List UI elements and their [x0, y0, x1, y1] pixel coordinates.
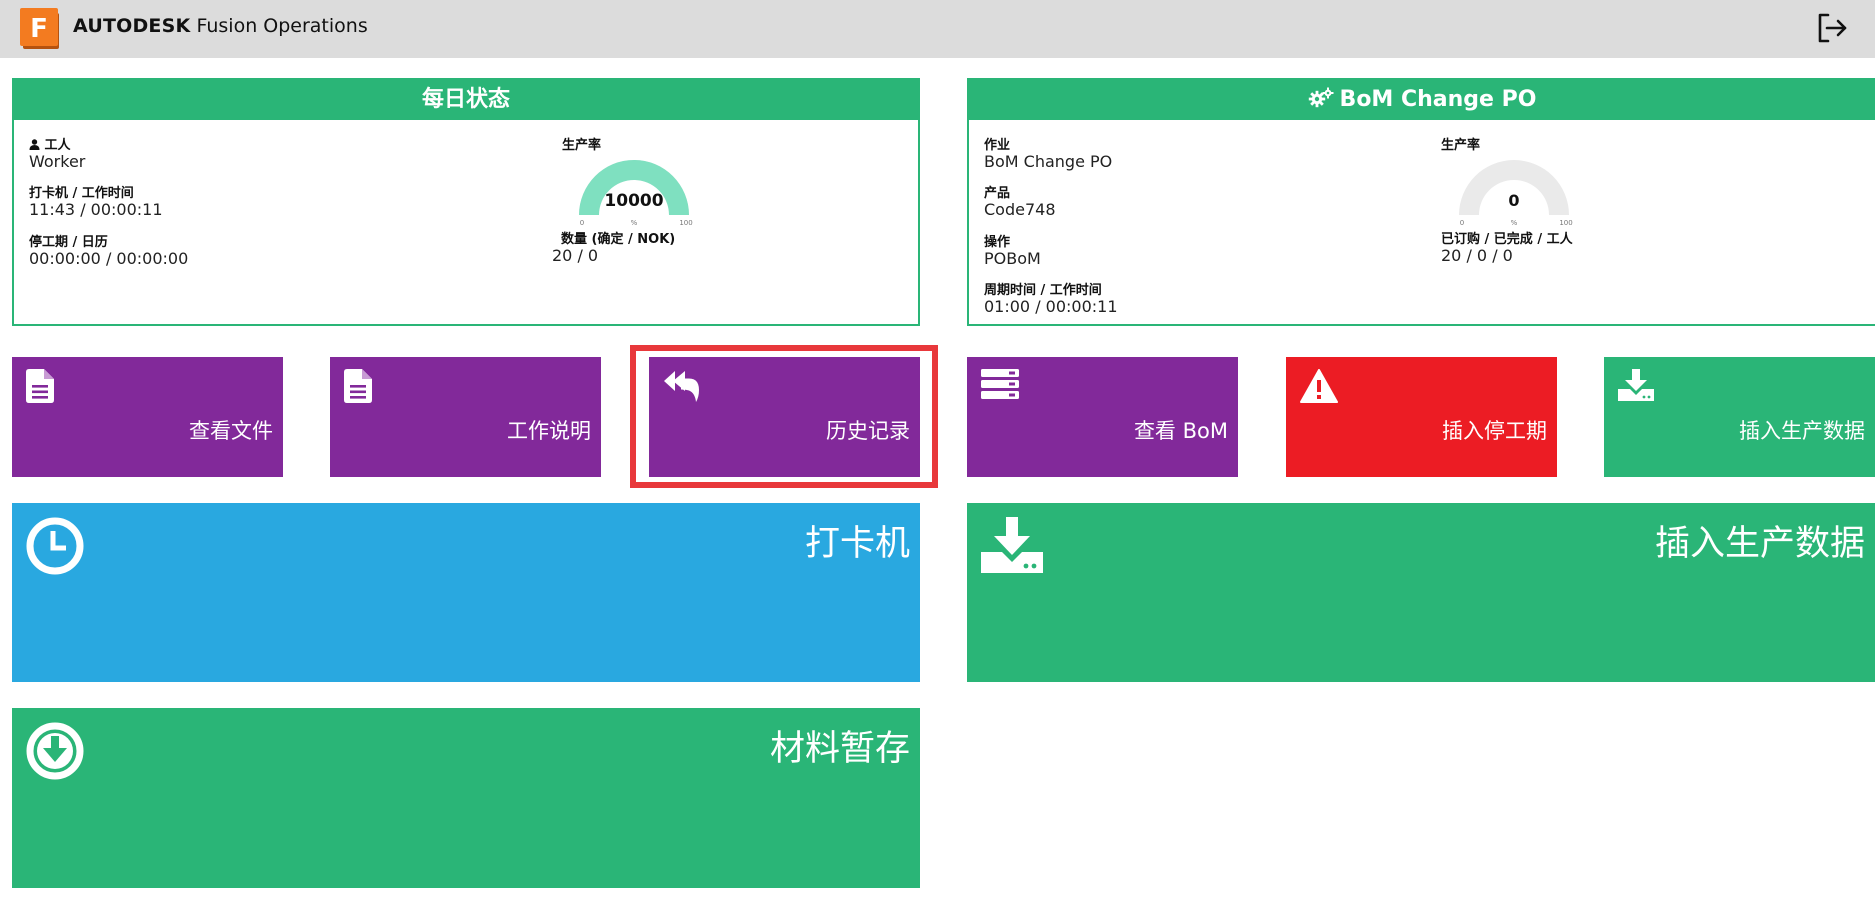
server-stack-icon	[981, 369, 1019, 399]
bom-job-panel: BoM Change PO 作业 BoM Change PO 产品 Code74…	[967, 78, 1875, 326]
worker-label: 工人	[29, 134, 71, 153]
download-icon	[981, 517, 1043, 573]
view-files-label: 查看文件	[189, 419, 273, 443]
brand-product: Fusion Operations	[190, 15, 368, 37]
clock-value: 11:43 / 00:00:11	[29, 200, 163, 219]
ordered-label: 已订购 / 已完成 / 工人	[1441, 232, 1573, 247]
operation-value: POBoM	[984, 249, 1041, 268]
top-bar: F AUTODESK Fusion Operations	[0, 0, 1875, 58]
download-icon	[1618, 369, 1654, 401]
worker-value: Worker	[29, 152, 86, 171]
cycle-value: 01:00 / 00:00:11	[984, 297, 1118, 316]
gauge-unit: %	[1511, 219, 1518, 227]
brand-bold: AUTODESK	[73, 15, 191, 37]
user-icon	[29, 139, 40, 150]
worker-label-text: 工人	[44, 138, 71, 153]
insert-downtime-label: 插入停工期	[1442, 419, 1547, 443]
quantity-value: 20 / 0	[552, 246, 599, 265]
material-staging-button[interactable]: 材料暂存	[12, 708, 920, 888]
gauge-max: 100	[1559, 219, 1572, 227]
time-clock-button[interactable]: 打卡机	[12, 503, 920, 682]
bom-job-header: BoM Change PO	[969, 80, 1875, 120]
bom-job-title: BoM Change PO	[1339, 87, 1537, 112]
gauge-value: 0	[1508, 191, 1519, 210]
history-button[interactable]: 历史记录	[649, 357, 920, 477]
job-label: 作业	[984, 138, 1011, 153]
brand-title: AUTODESK Fusion Operations	[73, 14, 368, 38]
insert-production-data-label: 插入生产数据	[1739, 419, 1865, 443]
history-label: 历史记录	[826, 419, 910, 443]
view-bom-button[interactable]: 查看 BoM	[967, 357, 1238, 477]
file-icon	[26, 369, 54, 403]
daily-status-panel: 每日状态 工人 Worker 打卡机 / 工作时间 11:43 / 00:00:…	[12, 78, 920, 326]
cycle-label: 周期时间 / 工作时间	[984, 283, 1102, 298]
material-staging-label: 材料暂存	[769, 729, 910, 769]
reply-all-icon	[664, 371, 699, 402]
warning-icon	[1300, 369, 1338, 403]
view-bom-label: 查看 BoM	[1133, 419, 1228, 443]
file-icon	[344, 369, 372, 403]
clock-label: 打卡机 / 工作时间	[29, 186, 134, 201]
gauge-unit: %	[631, 219, 638, 227]
view-files-button[interactable]: 查看文件	[12, 357, 283, 477]
insert-production-data-large-label: 插入生产数据	[1654, 524, 1865, 564]
downtime-label: 停工期 / 日历	[29, 235, 108, 250]
work-instructions-label: 工作说明	[507, 419, 591, 443]
gauge-min: 0	[1460, 219, 1464, 227]
gears-icon	[1308, 87, 1334, 108]
logout-icon[interactable]	[1814, 10, 1850, 46]
insert-production-data-large-button[interactable]: 插入生产数据	[967, 503, 1875, 682]
logo-letter: F	[30, 14, 48, 44]
fusion-logo-icon: F	[20, 8, 59, 49]
bom-productivity-gauge: 0 0 % 100	[1459, 160, 1573, 227]
job-value: BoM Change PO	[984, 152, 1113, 171]
productivity-gauge: 10000 0 % 100	[579, 160, 693, 227]
arrow-circle-down-icon	[26, 722, 84, 780]
gauge-max: 100	[679, 219, 692, 227]
time-clock-label: 打卡机	[804, 524, 910, 564]
gauge-value: 10000	[604, 191, 663, 211]
downtime-value: 00:00:00 / 00:00:00	[29, 249, 189, 268]
product-value: Code748	[984, 200, 1056, 219]
quantity-label: 数量 (确定 / NOK)	[561, 232, 676, 247]
insert-downtime-button[interactable]: 插入停工期	[1286, 357, 1557, 477]
product-label: 产品	[984, 186, 1011, 201]
clock-icon	[26, 517, 84, 575]
insert-production-data-button[interactable]: 插入生产数据	[1604, 357, 1875, 477]
daily-status-title: 每日状态	[14, 80, 918, 120]
gauge-min: 0	[580, 219, 584, 227]
work-instructions-button[interactable]: 工作说明	[330, 357, 601, 477]
ordered-value: 20 / 0 / 0	[1441, 246, 1513, 265]
operation-label: 操作	[984, 235, 1011, 250]
